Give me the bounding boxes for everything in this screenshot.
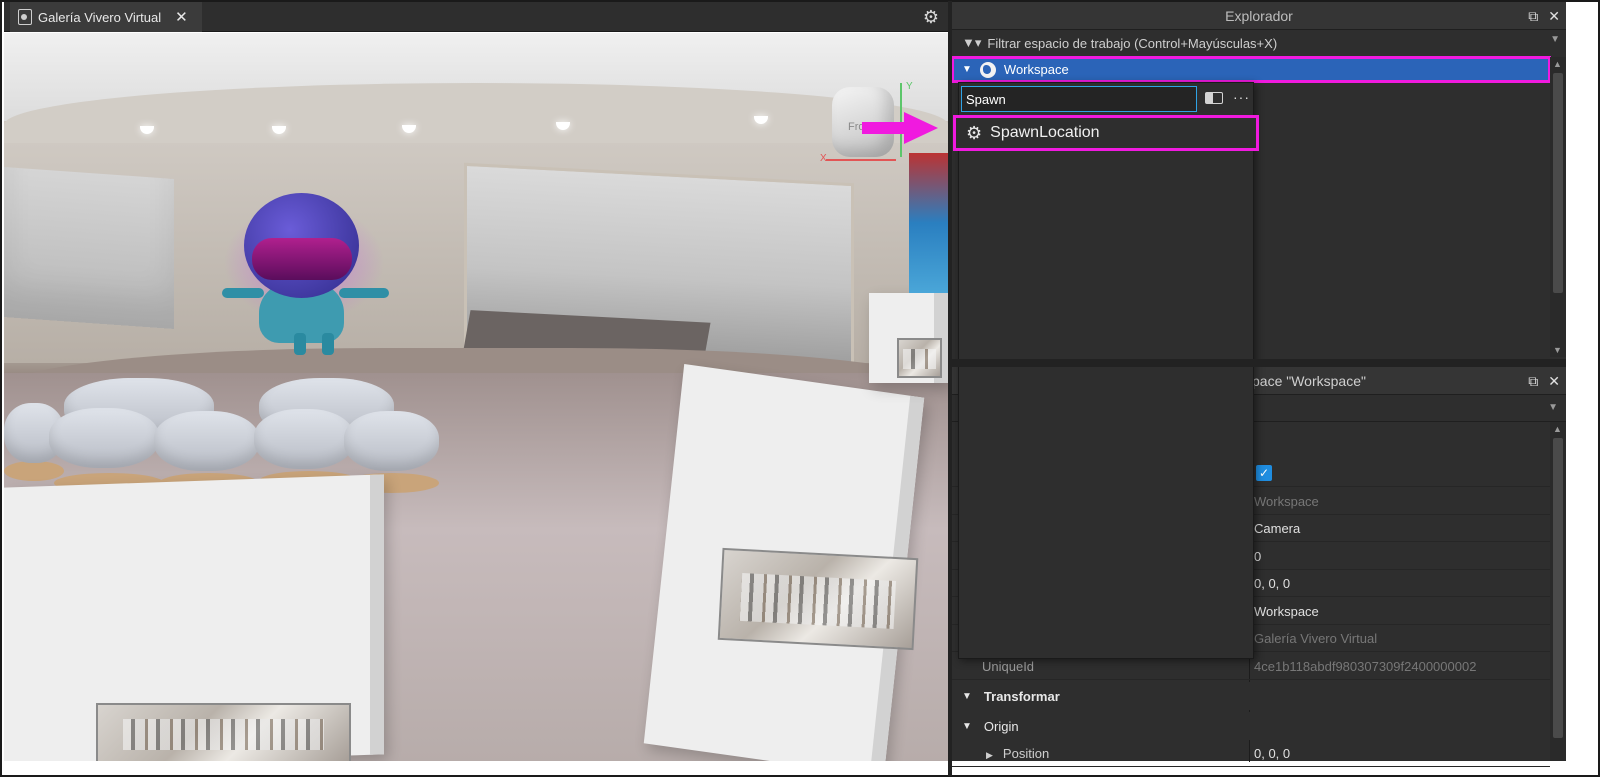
section-label: Transformar [983,688,1060,704]
panel-photo [717,547,919,651]
property-row-position[interactable]: ▶ Position 0, 0, 0 [952,740,1550,767]
property-name: ▶ Position [952,746,1252,761]
panel-photo [897,338,942,378]
explorer-filter-bar[interactable]: ▼▾ Filtrar espacio de trabajo (Control+M… [952,30,1566,56]
expand-caret-icon[interactable]: ▼ [962,721,972,732]
group-origin[interactable]: ▼ Origin [952,712,1550,740]
property-value[interactable]: Workspace [1254,604,1319,619]
property-value[interactable]: 0, 0, 0 [1254,576,1290,591]
explorer-title-bar: Explorador ⧉ ✕ [952,2,1566,30]
float-panel-icon[interactable]: ⧉ [1528,2,1538,30]
sofa-base [4,461,64,481]
axis-x-line [826,159,896,161]
search-result-spawnlocation[interactable]: ⚙ SpawnLocation [953,115,1259,151]
workspace-globe-icon [979,61,996,78]
scrollbar-thumb[interactable] [1553,438,1563,738]
filter-toggle-icon[interactable] [1205,92,1223,104]
sofa-cushion [254,409,354,469]
callout-arrow-icon [862,112,938,144]
expand-caret-right-icon[interactable]: ▶ [986,750,993,760]
gallery-window-left [4,167,174,329]
property-value[interactable]: 0, 0, 0 [1254,746,1290,761]
filter-funnel-icon[interactable]: ▼▾ [962,35,981,51]
property-value: Galería Vivero Virtual [1254,630,1378,646]
close-tab-icon[interactable]: ✕ [175,8,188,26]
wall-artwork [909,153,948,293]
sofa-cushion [154,411,259,471]
explorer-title: Explorador [1225,8,1293,24]
spawnlocation-gear-icon: ⚙ [966,123,983,143]
properties-title: pace "Workspace" [1252,373,1366,389]
robot-arm-left [222,288,264,298]
tree-item-workspace[interactable]: ▼ Workspace [951,56,1551,83]
sofa-cushion [344,411,439,471]
filter-label: Filtrar espacio de trabajo (Control+Mayú… [987,35,1278,51]
robot-leg [294,333,306,355]
property-checkbox[interactable]: ✓ [1256,465,1272,481]
robot-arm-right [339,288,389,298]
place-file-icon [18,9,32,25]
explorer-search-popup: ··· ⚙ SpawnLocation [953,82,1259,659]
property-value[interactable]: 0 [1254,549,1261,564]
more-options-icon[interactable]: ··· [1233,89,1250,105]
scrollbar-thumb[interactable] [1553,73,1563,293]
chevron-down-icon[interactable]: ▼ [1550,34,1560,45]
explorer-scrollbar[interactable]: ▲ ▼ [1550,57,1566,357]
float-panel-icon[interactable]: ⧉ [1528,367,1538,395]
tab-galeria-vivero-virtual[interactable]: Galería Vivero Virtual ✕ [10,2,202,32]
group-label: Origin [983,718,1019,734]
gallery-window-right [464,162,854,374]
result-label: SpawnLocation [990,124,1100,141]
close-panel-icon[interactable]: ✕ [1548,2,1560,30]
robot-leg [322,333,334,355]
position-label: Position [1002,745,1050,761]
workspace-label: Workspace [1003,62,1069,77]
studio-settings-gear-icon[interactable]: ⚙ [920,6,942,28]
document-tab-bar: Galería Vivero Virtual ✕ ⚙ [4,2,948,32]
close-panel-icon[interactable]: ✕ [1548,367,1560,395]
tab-label: Galería Vivero Virtual [38,9,162,25]
property-value: Workspace [1254,493,1319,509]
axis-y-label: Y [906,81,913,92]
property-value[interactable]: Camera [1254,521,1300,536]
expand-caret-icon[interactable]: ▼ [962,64,972,75]
scroll-down-icon[interactable]: ▼ [1553,345,1562,355]
properties-scrollbar[interactable]: ▲ [1550,422,1566,761]
search-input[interactable] [961,86,1197,112]
property-value: 4ce1b118abdf980307309f2400000002 [1254,658,1477,674]
property-name: UniqueId [982,658,1035,674]
expand-caret-icon[interactable]: ▼ [962,691,972,702]
sofa-cushion [49,408,159,468]
axis-x-label: X [820,153,827,164]
robot-visor [252,238,352,280]
scroll-up-icon[interactable]: ▲ [1553,424,1562,434]
section-transformar[interactable]: ▼ Transformar [952,682,1550,710]
chevron-down-icon[interactable]: ▼ [1548,402,1558,413]
scroll-up-icon[interactable]: ▲ [1553,59,1562,69]
panel-photo [96,703,351,761]
3d-viewport[interactable]: Front Y X [4,33,948,761]
